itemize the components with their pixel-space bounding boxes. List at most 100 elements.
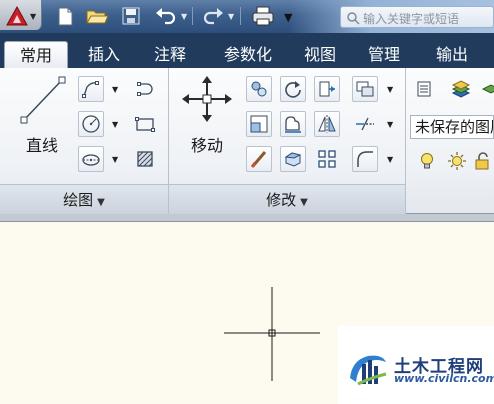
arc-button[interactable] xyxy=(132,76,158,102)
open-button[interactable] xyxy=(84,4,110,28)
toolbar-separator xyxy=(240,7,241,25)
new-file-icon xyxy=(58,7,73,26)
unlock-icon xyxy=(475,152,489,170)
application-menu-button[interactable]: ▼ xyxy=(0,0,42,30)
copy-button[interactable] xyxy=(246,76,272,102)
copy-icon xyxy=(251,81,267,97)
layer-tool-button[interactable] xyxy=(478,76,494,102)
ellipse-icon xyxy=(82,154,100,166)
undo-button[interactable] xyxy=(153,4,179,28)
rectangle-icon xyxy=(135,117,155,132)
layer-state-dropdown[interactable]: 未保存的图层状态 xyxy=(410,115,494,139)
rotate-icon xyxy=(285,81,301,98)
tab-parametric[interactable]: 参数化 xyxy=(208,41,288,68)
layer-freeze-button[interactable] xyxy=(444,148,470,174)
explode-dropdown-icon[interactable]: ▼ xyxy=(387,120,393,129)
tab-view[interactable]: 视图 xyxy=(292,41,348,68)
array-button[interactable] xyxy=(314,146,340,172)
tab-insert[interactable]: 插入 xyxy=(74,41,134,68)
site-watermark: 土木工程网 www.civilcn.com xyxy=(338,326,494,404)
move-button-label: 移动 xyxy=(190,136,223,155)
tab-home[interactable]: 常用 xyxy=(4,41,68,68)
erase-icon xyxy=(250,151,267,168)
panel-expand-icon: ▼ xyxy=(300,197,308,208)
redo-button[interactable] xyxy=(200,4,226,28)
new-button[interactable] xyxy=(52,4,78,28)
circle-button[interactable] xyxy=(78,111,104,137)
hatch-icon xyxy=(137,151,153,167)
lightbulb-icon xyxy=(421,153,433,169)
layer-states-button[interactable] xyxy=(448,76,474,102)
circle-icon xyxy=(82,115,100,133)
modify-panel-title[interactable]: 修改 ▼ xyxy=(169,184,405,214)
rotate-button[interactable] xyxy=(280,76,306,102)
quick-access-toolbar: ▼ ▼ ▼ ▼ 输入关键字或短语 xyxy=(0,0,494,33)
sun-icon xyxy=(448,152,466,170)
layer-state-value: 未保存的图层状态 xyxy=(415,118,493,136)
polyline-icon xyxy=(82,81,99,98)
tab-manage[interactable]: 管理 xyxy=(356,41,412,68)
explode-button[interactable] xyxy=(352,111,378,137)
trim-icon xyxy=(319,81,335,97)
scale-button[interactable] xyxy=(246,111,272,137)
draw-panel-title[interactable]: 绘图 ▼ xyxy=(0,184,168,214)
fillet-icon xyxy=(357,151,373,167)
layer-dropdown-icon[interactable]: ▼ xyxy=(387,85,393,94)
layer-button[interactable] xyxy=(352,76,378,102)
toolbar-separator xyxy=(192,7,193,25)
plot-printer-icon xyxy=(252,6,274,26)
search-icon xyxy=(347,12,360,25)
plot-button[interactable] xyxy=(250,4,276,28)
erase-button[interactable] xyxy=(246,146,272,172)
line-button[interactable]: 直线 xyxy=(14,74,70,156)
open-folder-icon xyxy=(86,10,109,24)
save-icon xyxy=(122,7,140,25)
watermark-logo xyxy=(350,355,387,386)
polyline-button[interactable] xyxy=(78,76,104,102)
layer-icon xyxy=(356,81,374,97)
explode-icon xyxy=(356,117,374,131)
array-icon xyxy=(318,150,336,168)
ellipse-dropdown-icon[interactable]: ▼ xyxy=(112,155,118,164)
stretch-icon xyxy=(285,116,301,133)
layer-properties-button[interactable] xyxy=(412,76,438,102)
offset-button[interactable] xyxy=(280,146,306,172)
save-button[interactable] xyxy=(118,4,144,28)
move-button[interactable]: 移动 xyxy=(180,74,234,156)
search-box[interactable]: 输入关键字或短语 xyxy=(340,6,494,28)
drawing-tab-strip xyxy=(0,214,494,222)
layer-tool-icon xyxy=(481,84,494,94)
mirror-button[interactable] xyxy=(314,111,340,137)
panel-expand-icon: ▼ xyxy=(97,197,105,208)
trim-button[interactable] xyxy=(314,76,340,102)
fillet-dropdown-icon[interactable]: ▼ xyxy=(387,155,393,164)
ellipse-button[interactable] xyxy=(78,146,104,172)
draw-panel-label: 绘图 xyxy=(63,191,94,209)
offset-icon xyxy=(284,152,302,167)
mirror-icon xyxy=(318,115,336,133)
layer-lock-button[interactable] xyxy=(470,148,494,174)
redo-icon xyxy=(203,8,223,25)
layer-stack-icon xyxy=(451,80,471,98)
line-button-label: 直线 xyxy=(25,136,58,155)
scale-icon xyxy=(250,115,268,133)
hatch-button[interactable] xyxy=(132,146,158,172)
rectangle-button[interactable] xyxy=(132,111,158,137)
circle-dropdown-icon[interactable]: ▼ xyxy=(112,120,118,129)
redo-dropdown-icon[interactable]: ▼ xyxy=(228,12,234,21)
layer-properties-icon xyxy=(417,81,431,97)
polyline-dropdown-icon[interactable]: ▼ xyxy=(112,85,118,94)
stretch-button[interactable] xyxy=(280,111,306,137)
ribbon-tab-bar: 常用 插入 注释 参数化 视图 管理 输出 xyxy=(0,33,494,68)
tab-output[interactable]: 输出 xyxy=(422,41,482,68)
customize-toolbar-icon[interactable]: ▼ xyxy=(284,11,292,24)
modify-panel-label: 修改 xyxy=(266,191,297,209)
search-placeholder: 输入关键字或短语 xyxy=(363,12,460,26)
undo-icon xyxy=(156,8,176,25)
chevron-down-icon: ▼ xyxy=(30,12,37,21)
layer-on-button[interactable] xyxy=(414,148,440,174)
watermark-url: www.civilcn.com xyxy=(394,372,494,385)
fillet-button[interactable] xyxy=(352,146,378,172)
tab-annotate[interactable]: 注释 xyxy=(140,41,200,68)
undo-dropdown-icon[interactable]: ▼ xyxy=(181,12,187,21)
